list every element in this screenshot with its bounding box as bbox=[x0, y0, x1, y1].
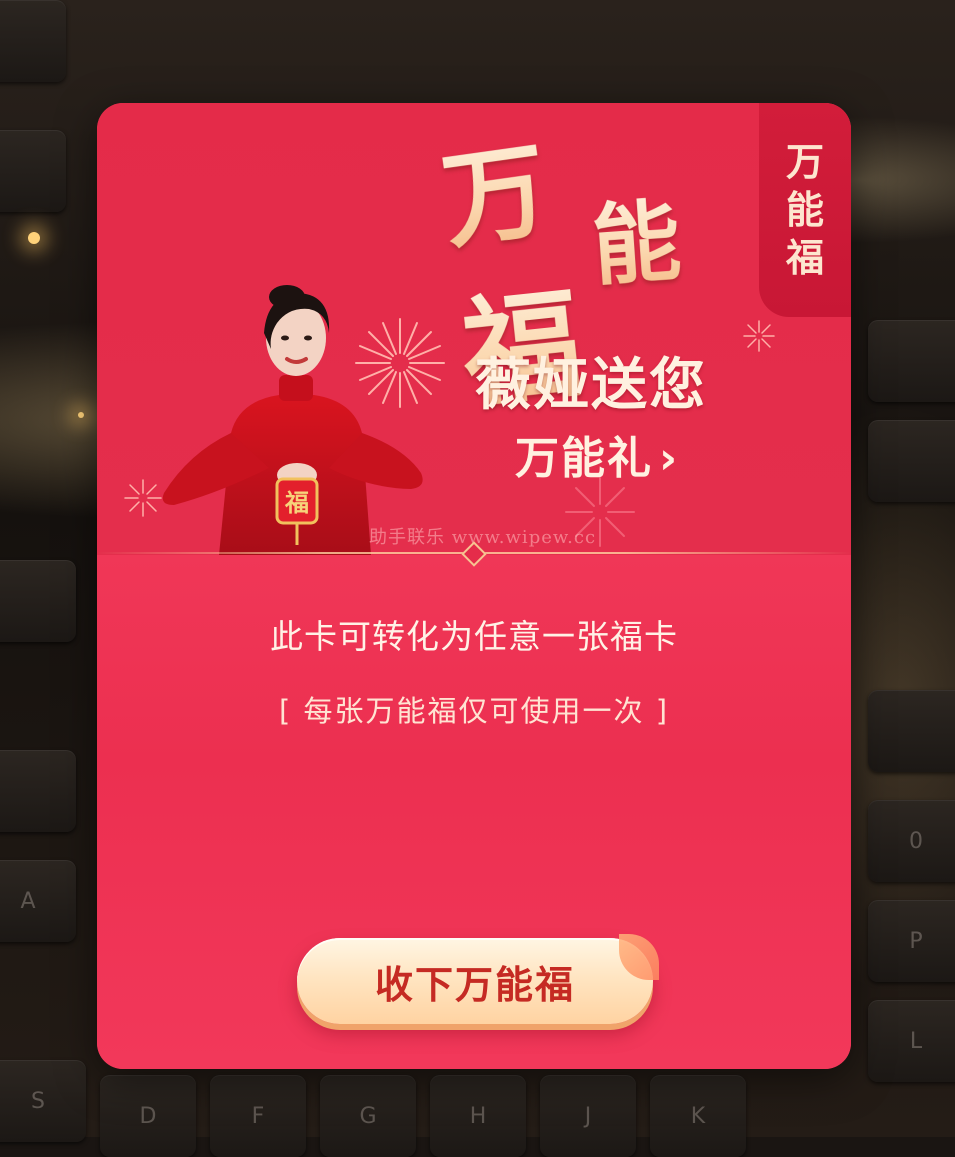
keyboard-key bbox=[0, 750, 76, 832]
side-tag-char: 万 bbox=[785, 139, 824, 184]
keyboard-key bbox=[868, 690, 955, 772]
host-illustration: 福 bbox=[162, 285, 423, 555]
lantern-fu-text: 福 bbox=[284, 488, 309, 517]
gift-link[interactable]: 万能礼 › bbox=[515, 433, 775, 485]
keyboard-key: K bbox=[650, 1075, 746, 1157]
keyboard-key: A bbox=[0, 860, 76, 942]
wanneng-fu-card: 万 能 福 福 万 能 福 薇娅送您 万能礼 › 助手联乐 www.wipew.… bbox=[97, 103, 851, 1069]
light-spark bbox=[78, 412, 84, 418]
title-char: 万 bbox=[432, 104, 556, 268]
side-tag-char: 福 bbox=[785, 235, 824, 280]
keyboard-key: F bbox=[210, 1075, 306, 1157]
keyboard-key: H bbox=[430, 1075, 526, 1157]
keyboard-key: S bbox=[0, 1060, 86, 1142]
usage-note: [ 每张万能福仅可使用一次 ] bbox=[278, 694, 670, 728]
keyboard-key bbox=[0, 560, 76, 642]
keyboard-key bbox=[0, 130, 66, 212]
title-char: 能 bbox=[588, 170, 685, 303]
receive-button[interactable]: 收下万能福 bbox=[297, 938, 653, 1024]
keyboard-key bbox=[0, 0, 66, 82]
keyboard-key: P bbox=[868, 900, 955, 982]
side-tag-char: 能 bbox=[785, 187, 824, 232]
side-tag: 万 能 福 bbox=[759, 103, 851, 317]
keyboard-key: 0 bbox=[868, 800, 955, 882]
card-description: 此卡可转化为任意一张福卡 bbox=[270, 617, 678, 656]
keyboard-key bbox=[868, 320, 955, 402]
keyboard-key: D bbox=[100, 1075, 196, 1157]
keyboard-key: G bbox=[320, 1075, 416, 1157]
light-spark bbox=[28, 232, 40, 244]
watermark: 助手联乐 www.wipew.cc bbox=[369, 527, 597, 548]
keyboard-key bbox=[868, 420, 955, 502]
headline: 薇娅送您 bbox=[475, 352, 707, 418]
gift-link-label: 万能礼 bbox=[515, 433, 653, 484]
receive-button-label: 收下万能福 bbox=[374, 962, 575, 1007]
firework-icon bbox=[743, 320, 775, 352]
big-title-logo: 万 能 福 bbox=[435, 103, 722, 423]
chevron-right-icon: › bbox=[659, 433, 680, 484]
receive-button-wrap: 收下万能福 bbox=[297, 934, 659, 1024]
keyboard-key: J bbox=[540, 1075, 636, 1157]
keyboard-key: L bbox=[868, 1000, 955, 1082]
firework-icon bbox=[124, 479, 162, 517]
